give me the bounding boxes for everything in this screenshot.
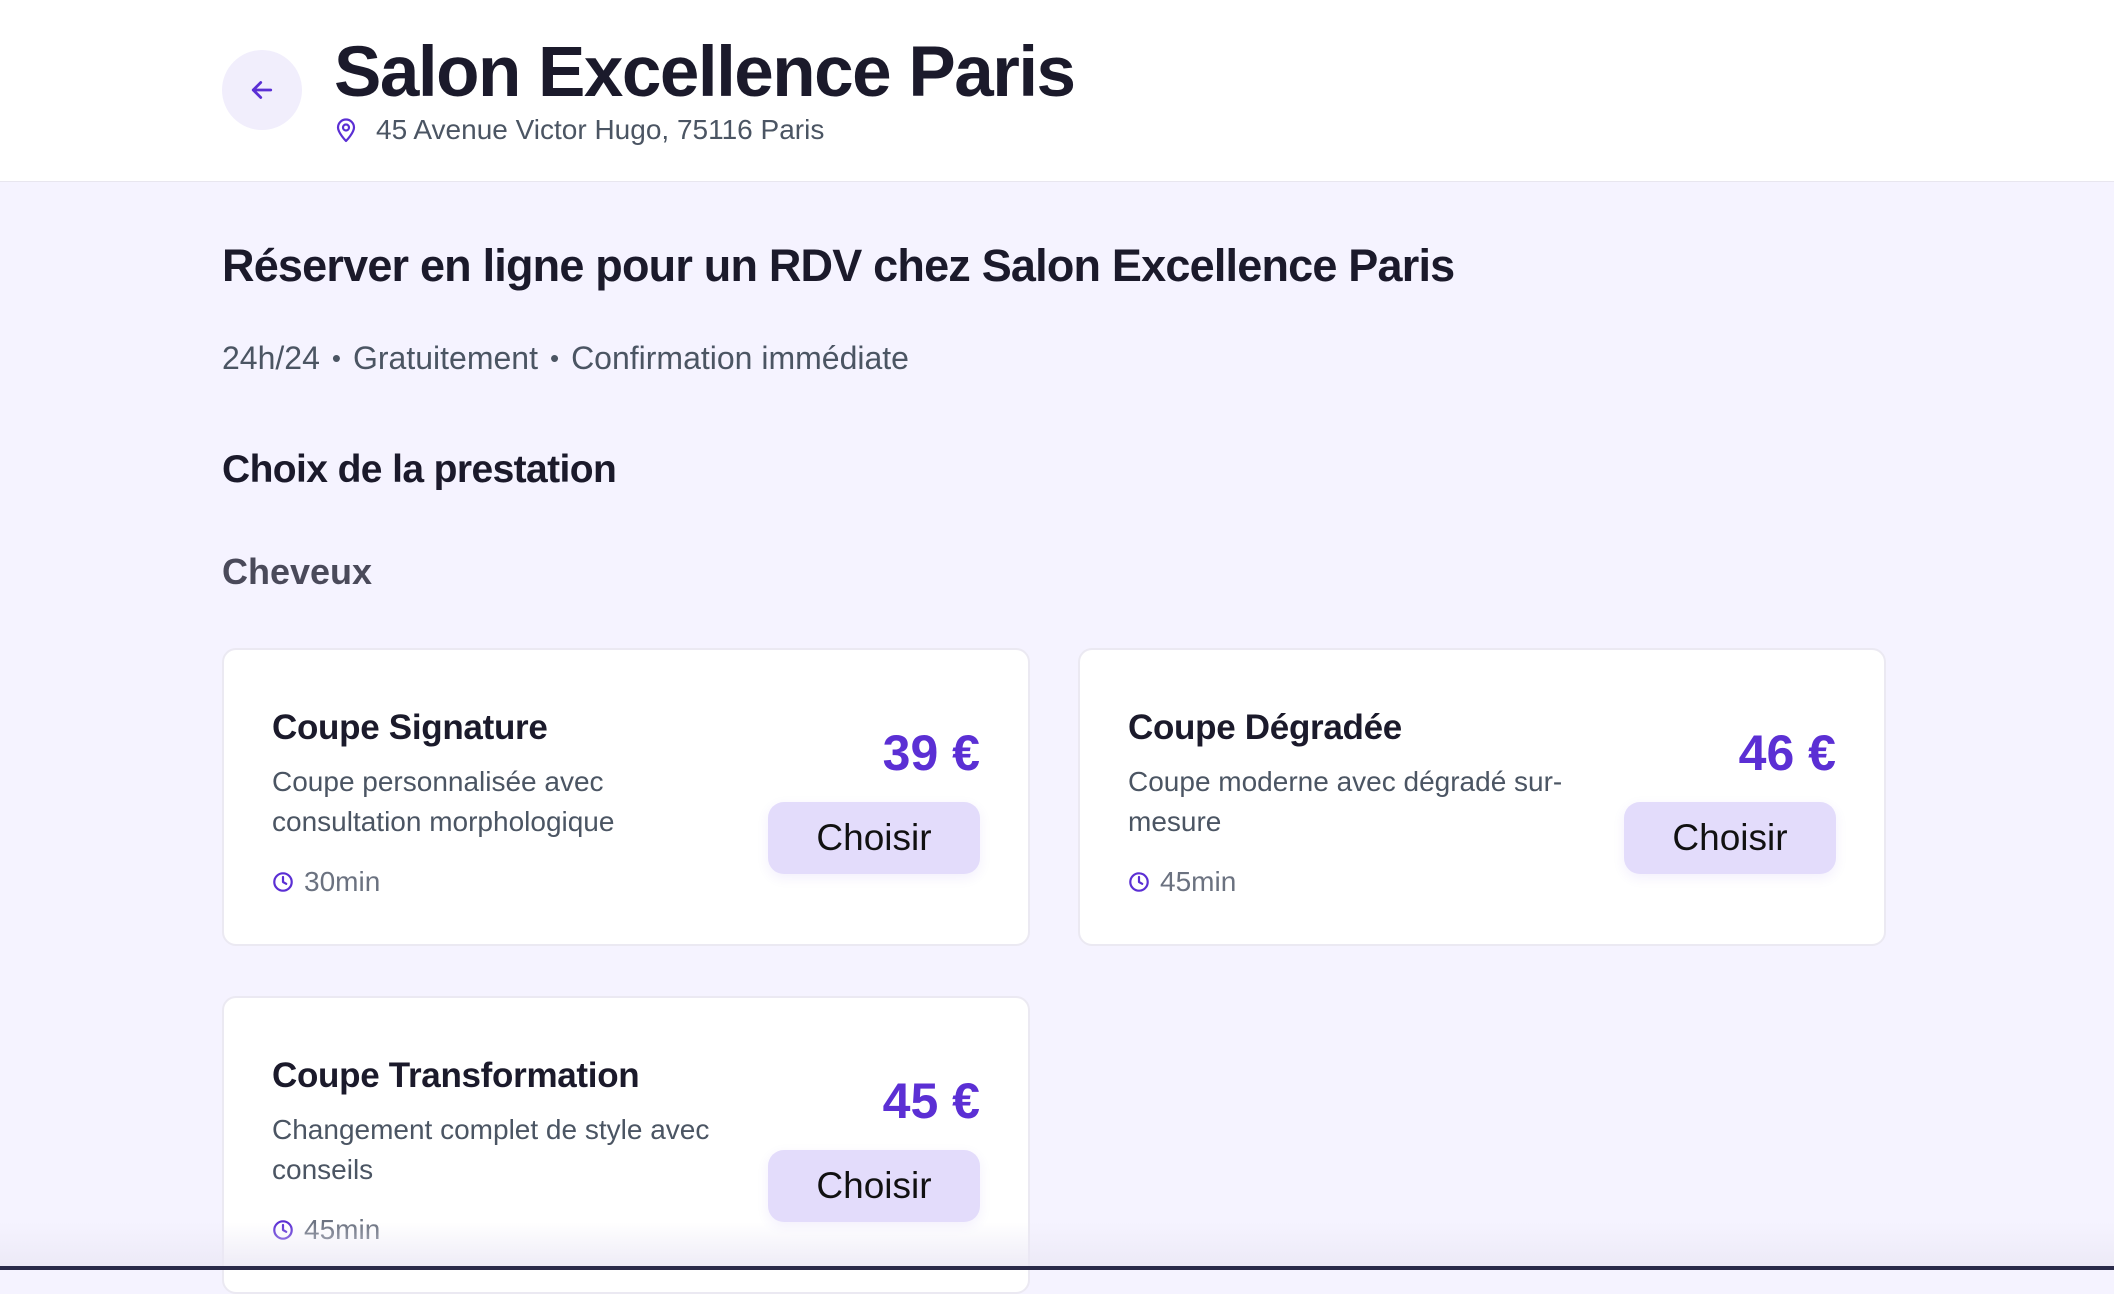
choose-button[interactable]: Choisir bbox=[768, 802, 980, 874]
service-price: 39 € bbox=[882, 725, 980, 781]
service-description: Coupe personnalisée avec consultation mo… bbox=[272, 766, 615, 837]
category-title: Cheveux bbox=[222, 551, 373, 592]
service-description: Coupe moderne avec dégradé sur-mesure bbox=[1128, 766, 1563, 837]
separator-dot: • bbox=[549, 343, 560, 373]
booking-title: Réserver en ligne pour un RDV chez Salon… bbox=[222, 240, 1455, 291]
choose-button[interactable]: Choisir bbox=[768, 1150, 980, 1222]
map-pin-icon bbox=[336, 118, 356, 143]
duration-text: 45min bbox=[1160, 866, 1237, 897]
salon-title: Salon Excellence Paris bbox=[334, 33, 1076, 112]
tagline-price: Gratuitement bbox=[352, 340, 538, 376]
arrow-left-icon bbox=[251, 81, 273, 99]
service-card: Coupe Signature Coupe personnalisée avec… bbox=[222, 648, 1030, 946]
service-card: Coupe Dégradée Coupe moderne avec dégrad… bbox=[1078, 648, 1886, 946]
service-name: Coupe Dégradée bbox=[1128, 708, 1402, 747]
duration-text: 30min bbox=[304, 866, 381, 897]
bottom-fade bbox=[0, 1222, 2114, 1270]
clock-icon bbox=[1129, 872, 1149, 892]
address-text: 45 Avenue Victor Hugo, 75116 Paris bbox=[376, 114, 825, 145]
service-price: 45 € bbox=[882, 1073, 980, 1129]
clock-icon bbox=[273, 872, 293, 892]
service-duration: 30min bbox=[272, 864, 380, 900]
salon-address: 45 Avenue Victor Hugo, 75116 Paris bbox=[334, 112, 824, 148]
back-button[interactable] bbox=[222, 50, 302, 130]
page-header: Salon Excellence Paris 45 Avenue Victor … bbox=[0, 0, 2114, 182]
service-name: Coupe Transformation bbox=[272, 1056, 640, 1095]
tagline-confirmation: Confirmation immédiate bbox=[571, 340, 909, 376]
window-bottom-edge bbox=[0, 1266, 2114, 1270]
choose-button[interactable]: Choisir bbox=[1624, 802, 1836, 874]
service-description: Changement complet de style avec conseil… bbox=[272, 1114, 710, 1185]
tagline-availability: 24h/24 bbox=[222, 340, 320, 376]
separator-dot: • bbox=[331, 343, 341, 373]
service-duration: 45min bbox=[1128, 864, 1236, 900]
service-name: Coupe Signature bbox=[272, 708, 548, 747]
section-title: Choix de la prestation bbox=[222, 448, 617, 491]
service-price: 46 € bbox=[1738, 725, 1836, 781]
booking-tagline: 24h/24 • Gratuitement • Confirmation imm… bbox=[222, 334, 909, 382]
